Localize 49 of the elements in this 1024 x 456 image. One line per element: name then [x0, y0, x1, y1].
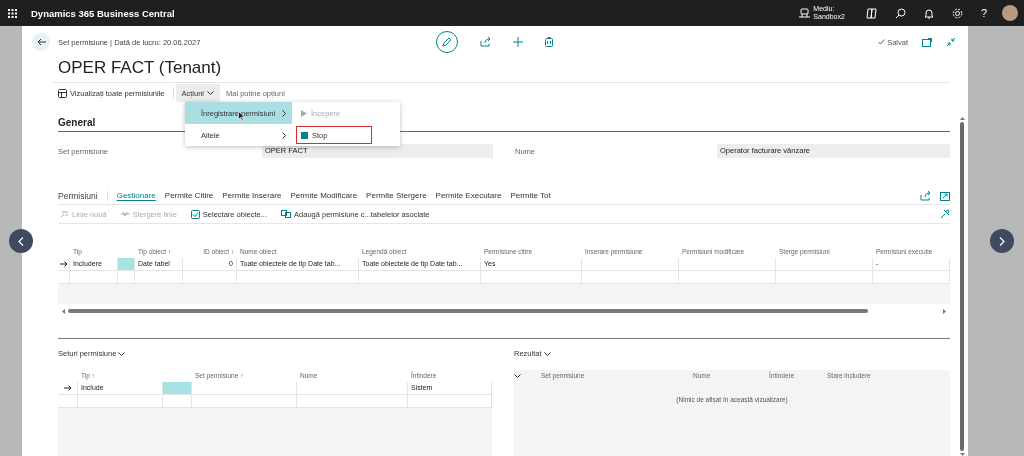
- chevron-right-icon: [282, 109, 286, 117]
- scroll-right-icon[interactable]: [943, 308, 946, 314]
- avatar[interactable]: [1002, 5, 1018, 21]
- tab[interactable]: Permite Executare: [435, 191, 502, 201]
- open-new-window-icon[interactable]: [922, 37, 932, 47]
- tab[interactable]: Permite Citire: [164, 191, 214, 201]
- expand-icon[interactable]: [940, 191, 950, 201]
- row-arrow-icon: [59, 261, 68, 267]
- back-arrow-icon: [36, 38, 46, 46]
- select-icon[interactable]: [190, 209, 200, 219]
- previous-button[interactable]: [9, 229, 33, 253]
- notifications-icon[interactable]: [923, 7, 934, 19]
- delete-icon[interactable]: [544, 37, 553, 47]
- play-icon: [301, 109, 307, 117]
- share-icon[interactable]: [920, 191, 931, 201]
- tab[interactable]: Permite Tot: [510, 191, 551, 201]
- search-icon[interactable]: [894, 7, 906, 19]
- tab[interactable]: Permite Modificare: [290, 191, 358, 201]
- table-icon[interactable]: [58, 88, 67, 98]
- edit-button[interactable]: [435, 31, 458, 53]
- chevron-down-icon[interactable]: [543, 351, 551, 356]
- back-button[interactable]: [32, 33, 50, 51]
- help-button[interactable]: ?: [980, 7, 987, 19]
- tab[interactable]: Gestionare: [116, 191, 156, 201]
- environment-icon: [799, 8, 811, 18]
- chevron-right-icon: [282, 131, 286, 139]
- chevron-down-icon: [207, 91, 214, 95]
- part-title: Permisiuni: [58, 191, 108, 201]
- scroll-up-icon[interactable]: [959, 117, 965, 120]
- scroll-down-icon[interactable]: [959, 453, 965, 456]
- tab[interactable]: Permite Inserare: [222, 191, 282, 201]
- add-icon[interactable]: [512, 37, 523, 47]
- chevron-right-icon: [999, 236, 1005, 246]
- row-arrow-icon: [63, 385, 72, 391]
- app-launcher-icon[interactable]: [8, 8, 17, 18]
- page-title: OPER FACT (Tenant): [57, 58, 223, 79]
- tab[interactable]: Permite Ștergere: [366, 191, 427, 201]
- scroll-left-icon[interactable]: [62, 308, 65, 314]
- chevron-down-icon[interactable]: [118, 351, 126, 356]
- table-link-icon[interactable]: [281, 210, 292, 218]
- share-icon[interactable]: [479, 37, 491, 47]
- collapse-icon[interactable]: [946, 37, 956, 47]
- settings-icon[interactable]: [951, 7, 963, 19]
- pencil-icon: [441, 37, 452, 47]
- stop-icon: [301, 131, 308, 139]
- chevron-left-icon: [18, 236, 24, 246]
- next-button[interactable]: [990, 229, 1014, 253]
- app-title: Dynamics 365 Business Central: [31, 7, 175, 19]
- check-icon: [878, 39, 886, 45]
